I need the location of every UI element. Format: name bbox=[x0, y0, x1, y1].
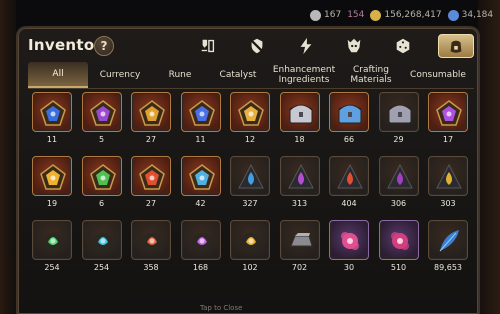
item-slot[interactable] bbox=[230, 156, 270, 196]
item-slot[interactable] bbox=[131, 220, 171, 260]
material-bag-icon[interactable] bbox=[437, 34, 474, 58]
item-quantity: 19 bbox=[46, 199, 58, 208]
equipment-icon[interactable] bbox=[194, 34, 222, 58]
item-slot[interactable] bbox=[81, 220, 122, 260]
item-slot[interactable] bbox=[32, 220, 72, 260]
item-slot[interactable] bbox=[81, 92, 122, 132]
item-quantity: 254 bbox=[44, 263, 60, 272]
item-slot[interactable] bbox=[32, 156, 72, 196]
item-grid: 11 5 27 11 12 18 66 29 17 19 6 27 42 327 313 404 306 303 2… bbox=[28, 90, 474, 314]
tab-catalyst[interactable]: Catalyst bbox=[208, 62, 268, 88]
item-quantity: 510 bbox=[390, 263, 407, 272]
item-quantity: 358 bbox=[143, 263, 159, 272]
resource-gold: 156,268,417 bbox=[370, 9, 442, 21]
resource-skystone: 34,184 bbox=[447, 9, 493, 21]
tab-divider bbox=[28, 88, 474, 89]
silver-icon bbox=[310, 9, 321, 21]
item-slot[interactable] bbox=[378, 156, 419, 196]
item-quantity: 30 bbox=[343, 263, 355, 272]
item-quantity: 89,653 bbox=[434, 263, 462, 272]
lightning-icon[interactable] bbox=[292, 34, 320, 58]
item-slot[interactable] bbox=[131, 156, 171, 196]
item-quantity: 313 bbox=[291, 199, 308, 208]
item-quantity: 306 bbox=[390, 199, 407, 208]
category-icon-bar bbox=[194, 34, 474, 60]
item-slot[interactable] bbox=[279, 92, 320, 132]
item-quantity: 5 bbox=[98, 135, 105, 144]
item-quantity: 11 bbox=[195, 135, 206, 144]
item-slot[interactable] bbox=[378, 92, 419, 132]
tab-crafting-materials[interactable]: Crafting Materials bbox=[340, 62, 402, 88]
item-quantity: 12 bbox=[244, 135, 256, 144]
tab-all[interactable]: All bbox=[28, 62, 88, 88]
item-slot[interactable] bbox=[279, 220, 320, 260]
item-quantity: 404 bbox=[341, 199, 357, 208]
item-quantity: 327 bbox=[242, 199, 258, 208]
item-quantity: 303 bbox=[440, 199, 456, 208]
close-hint: Tap to Close bbox=[200, 304, 243, 312]
item-slot[interactable] bbox=[180, 156, 221, 196]
gold-coin-icon bbox=[370, 9, 382, 21]
item-quantity: 29 bbox=[393, 135, 404, 144]
resource-bar: 167 154 156,268,417 34,184 bbox=[310, 6, 500, 24]
inventory-panel: Inventory ? All Currency Rune Catalyst E… bbox=[16, 26, 480, 314]
item-quantity: 42 bbox=[195, 199, 206, 208]
item-quantity: 11 bbox=[46, 135, 58, 144]
item-quantity: 102 bbox=[242, 263, 258, 272]
item-quantity: 18 bbox=[294, 135, 305, 144]
item-slot[interactable] bbox=[180, 220, 221, 260]
item-slot[interactable] bbox=[428, 156, 468, 196]
item-quantity: 27 bbox=[145, 199, 157, 208]
tab-currency[interactable]: Currency bbox=[88, 62, 152, 88]
item-slot[interactable] bbox=[428, 220, 468, 260]
tab-rune[interactable]: Rune bbox=[152, 62, 208, 88]
item-slot[interactable] bbox=[131, 92, 171, 132]
monster-icon[interactable] bbox=[340, 34, 368, 58]
item-quantity: 6 bbox=[98, 199, 105, 208]
resource-silver: 167 bbox=[310, 9, 341, 21]
item-quantity: 17 bbox=[442, 135, 454, 144]
item-slot[interactable] bbox=[180, 92, 221, 132]
tab-consumable[interactable]: Consumable bbox=[402, 62, 474, 88]
item-quantity: 254 bbox=[93, 263, 110, 272]
item-slot[interactable] bbox=[230, 92, 270, 132]
resource-stamina: 154 bbox=[347, 10, 365, 20]
item-slot[interactable] bbox=[32, 92, 72, 132]
help-button[interactable]: ? bbox=[94, 36, 114, 56]
item-slot[interactable] bbox=[378, 220, 419, 260]
item-slot[interactable] bbox=[329, 92, 369, 132]
dice-icon[interactable] bbox=[389, 34, 417, 58]
item-slot[interactable] bbox=[329, 220, 369, 260]
item-slot[interactable] bbox=[81, 156, 122, 196]
filter-tabs: All Currency Rune Catalyst Enhancement I… bbox=[28, 62, 474, 88]
item-slot[interactable] bbox=[329, 156, 369, 196]
skystone-icon bbox=[447, 9, 459, 21]
background-left-edge bbox=[0, 0, 16, 314]
item-quantity: 27 bbox=[145, 135, 157, 144]
item-quantity: 702 bbox=[291, 263, 308, 272]
background-right-edge bbox=[478, 0, 500, 314]
item-slot[interactable] bbox=[230, 220, 270, 260]
no-armor-icon[interactable] bbox=[243, 34, 271, 58]
item-quantity: 168 bbox=[192, 263, 209, 272]
item-slot[interactable] bbox=[279, 156, 320, 196]
tab-enhancement-ingredients[interactable]: Enhancement Ingredients bbox=[268, 62, 340, 88]
item-slot[interactable] bbox=[428, 92, 468, 132]
item-quantity: 66 bbox=[343, 135, 355, 144]
